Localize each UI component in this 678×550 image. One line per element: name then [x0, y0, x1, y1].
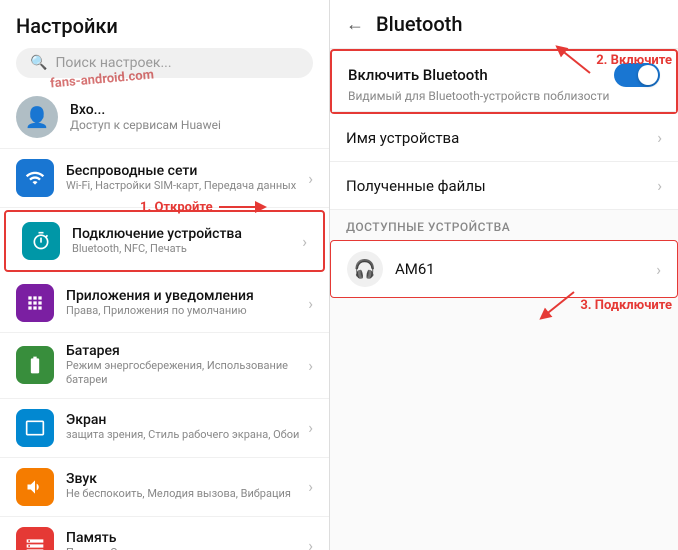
sound-chevron: › — [308, 477, 313, 496]
search-icon: 🔍 — [30, 55, 47, 71]
display-title: Экран — [66, 412, 299, 428]
user-name: Вхо... — [70, 102, 221, 118]
device-icon — [22, 222, 60, 260]
device-section: 🎧 AM61 › 3. Подключите — [330, 240, 678, 298]
bluetooth-panel: ← Bluetooth Включить Bluetooth Видимый д… — [330, 0, 678, 550]
display-subtitle: защита зрения, Стиль рабочего экрана, Об… — [66, 428, 299, 442]
back-button[interactable]: ← — [346, 14, 364, 35]
annotation3-label: 3. Подключите — [580, 298, 672, 313]
device-am61-row[interactable]: 🎧 AM61 › — [330, 240, 678, 298]
avatar-icon: 👤 — [25, 105, 50, 129]
device-name-row[interactable]: Имя устройства › — [330, 114, 678, 162]
wireless-chevron: › — [308, 169, 313, 188]
storage-chevron: › — [308, 536, 313, 550]
right-header: ← Bluetooth — [330, 0, 678, 49]
bluetooth-toggle-row[interactable]: Включить Bluetooth Видимый для Bluetooth… — [332, 51, 676, 112]
device-chevron: › — [302, 232, 307, 251]
device-name-chevron: › — [657, 128, 662, 147]
apps-text: Приложения и уведомления Права, Приложен… — [66, 288, 254, 318]
device-text: Подключение устройства Bluetooth, NFC, П… — [72, 226, 242, 256]
sidebar-item-battery[interactable]: Батарея Режим энергосбережения, Использо… — [0, 333, 329, 399]
user-info: Вхо... Доступ к сервисам Huawei — [70, 102, 221, 132]
display-icon — [16, 409, 54, 447]
bluetooth-toggle[interactable] — [614, 63, 660, 87]
storage-text: Память Память, Очистка памяти — [66, 530, 194, 550]
battery-title: Батарея — [66, 343, 308, 359]
sidebar-item-device[interactable]: Подключение устройства Bluetooth, NFC, П… — [4, 210, 325, 272]
search-bar[interactable]: 🔍 Поиск настроек... — [16, 48, 313, 78]
battery-icon — [16, 346, 54, 384]
sidebar-item-display[interactable]: Экран защита зрения, Стиль рабочего экра… — [0, 399, 329, 458]
device-am61-chevron: › — [656, 260, 661, 279]
wifi-icon — [16, 159, 54, 197]
bluetooth-title: Bluetooth — [376, 12, 462, 36]
apps-subtitle: Права, Приложения по умолчанию — [66, 304, 254, 318]
user-subtitle: Доступ к сервисам Huawei — [70, 118, 221, 132]
sidebar-item-storage[interactable]: Память Память, Очистка памяти › — [0, 517, 329, 550]
apps-title: Приложения и уведомления — [66, 288, 254, 304]
device-am61-name: AM61 — [395, 260, 656, 278]
sidebar-item-apps[interactable]: Приложения и уведомления Права, Приложен… — [0, 274, 329, 333]
sound-icon — [16, 468, 54, 506]
display-text: Экран защита зрения, Стиль рабочего экра… — [66, 412, 299, 442]
received-files-label: Полученные файлы — [346, 177, 657, 195]
received-files-chevron: › — [657, 176, 662, 195]
battery-chevron: › — [308, 356, 313, 375]
wireless-title: Беспроводные сети — [66, 163, 296, 179]
received-files-row[interactable]: Полученные файлы › — [330, 162, 678, 210]
device-name-label: Имя устройства — [346, 129, 657, 147]
apps-icon — [16, 284, 54, 322]
storage-icon — [16, 527, 54, 550]
sidebar-item-wireless[interactable]: Беспроводные сети Wi-Fi, Настройки SIM-к… — [0, 149, 329, 208]
avatar: 👤 — [16, 96, 58, 138]
left-header: Настройки 🔍 Поиск настроек... — [0, 0, 329, 86]
search-input: Поиск настроек... — [55, 55, 171, 71]
wireless-text: Беспроводные сети Wi-Fi, Настройки SIM-к… — [66, 163, 296, 193]
wireless-subtitle: Wi-Fi, Настройки SIM-карт, Передача данн… — [66, 179, 296, 193]
sidebar-item-sound[interactable]: Звук Не беспокоить, Мелодия вызова, Вибр… — [0, 458, 329, 517]
settings-title: Настройки — [16, 14, 313, 38]
headphones-icon: 🎧 — [347, 251, 383, 287]
apps-chevron: › — [308, 294, 313, 313]
sound-title: Звук — [66, 471, 291, 487]
bluetooth-section: Включить Bluetooth Видимый для Bluetooth… — [330, 49, 678, 114]
sound-subtitle: Не беспокоить, Мелодия вызова, Вибрация — [66, 487, 291, 501]
battery-subtitle: Режим энергосбережения, Использование ба… — [66, 359, 308, 388]
bt-enable-label: Включить Bluetooth — [348, 66, 488, 84]
toggle-thumb — [638, 65, 658, 85]
device-subtitle: Bluetooth, NFC, Печать — [72, 242, 242, 256]
sound-text: Звук Не беспокоить, Мелодия вызова, Вибр… — [66, 471, 291, 501]
bt-toggle-top: Включить Bluetooth — [348, 63, 660, 87]
available-section-header: ДОСТУПНЫЕ УСТРОЙСТВА — [330, 210, 678, 240]
settings-list: Беспроводные сети Wi-Fi, Настройки SIM-к… — [0, 149, 329, 550]
battery-text: Батарея Режим энергосбережения, Использо… — [66, 343, 308, 388]
bt-subtitle: Видимый для Bluetooth-устройств поблизос… — [348, 89, 660, 103]
storage-subtitle: Память, Очистка памяти — [66, 546, 194, 550]
user-row[interactable]: 👤 Вхо... Доступ к сервисам Huawei — [0, 86, 329, 149]
settings-panel: Настройки 🔍 Поиск настроек... 👤 Вхо... Д… — [0, 0, 330, 550]
storage-title: Память — [66, 530, 194, 546]
display-chevron: › — [308, 418, 313, 437]
device-title: Подключение устройства — [72, 226, 242, 242]
